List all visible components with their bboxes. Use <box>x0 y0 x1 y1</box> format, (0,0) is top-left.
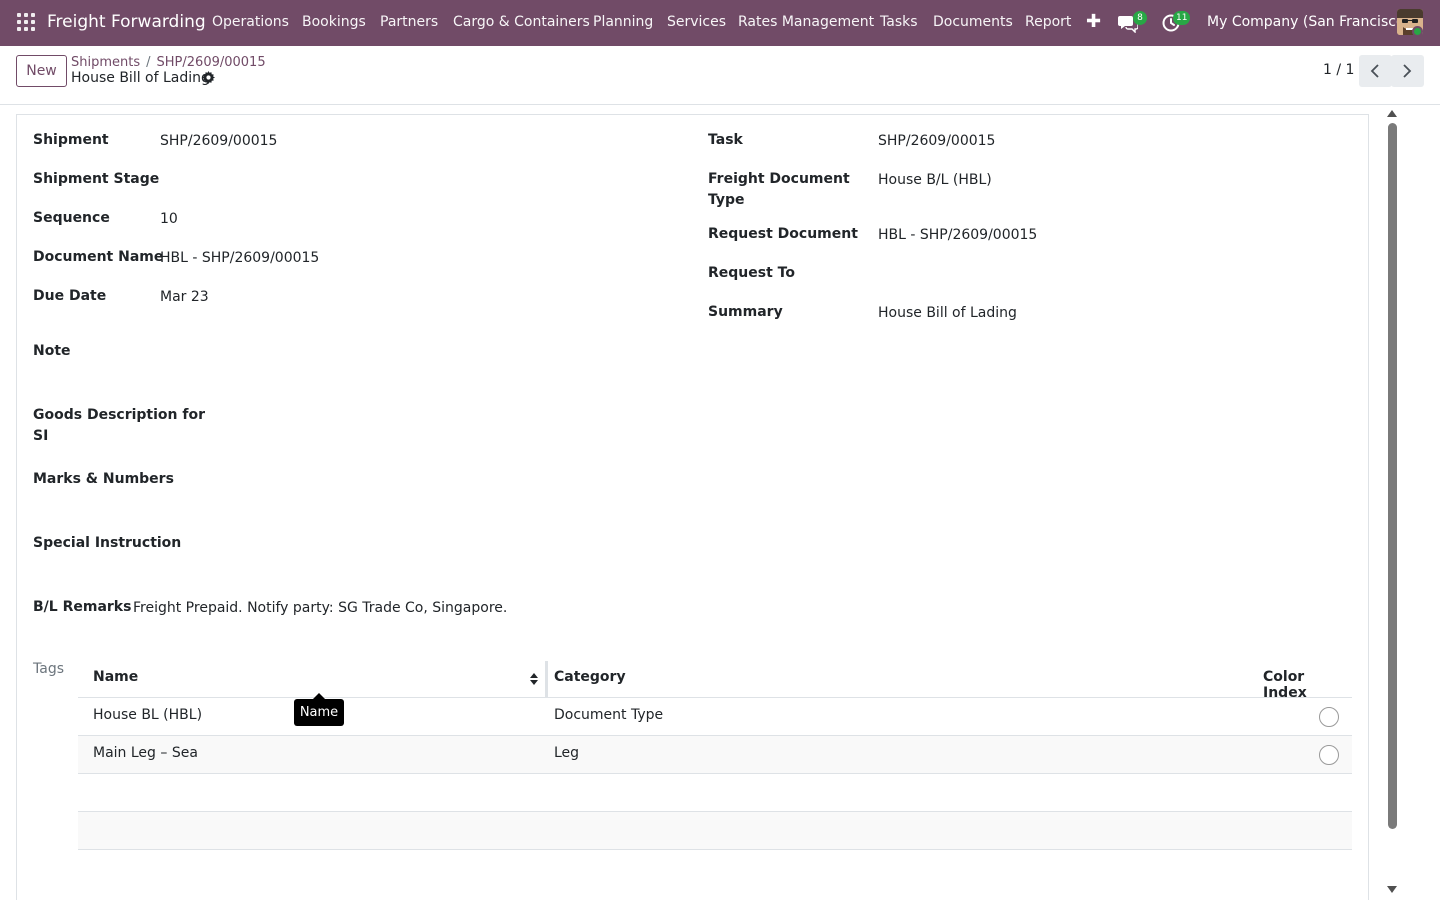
pager-value[interactable]: 1 / 1 <box>1323 62 1354 78</box>
marks-numbers-label: Marks & Numbers <box>33 471 174 487</box>
record-title: House Bill of Lading <box>71 70 210 86</box>
messages-count-badge: 8 <box>1133 11 1147 25</box>
due-date-label: Due Date <box>33 288 107 304</box>
menu-services[interactable]: Services <box>667 14 726 30</box>
freight-document-type-label-line2: Type <box>708 192 745 208</box>
document-name-label: Document Name <box>33 249 164 265</box>
new-button[interactable]: New <box>16 55 67 87</box>
breadcrumb: Shipments / SHP/2609/00015 <box>71 55 266 70</box>
task-label: Task <box>708 132 743 148</box>
pager-previous-button[interactable] <box>1359 55 1392 87</box>
row-name-cell: House BL (HBL) <box>93 707 203 723</box>
control-panel: New Shipments / SHP/2609/00015 House Bill … <box>0 46 1440 105</box>
summary-label: Summary <box>708 304 783 320</box>
color-index-circle[interactable] <box>1319 707 1339 727</box>
breadcrumb-shipments-link[interactable]: Shipments <box>71 55 140 70</box>
menu-report[interactable]: Report <box>1025 14 1071 30</box>
sequence-field[interactable]: 10 <box>160 209 178 230</box>
scroll-down-arrow-icon[interactable] <box>1387 886 1397 893</box>
gear-icon[interactable] <box>202 71 215 84</box>
sort-icon[interactable] <box>529 672 539 686</box>
shipment-stage-label: Shipment Stage <box>33 171 160 187</box>
menu-cargo-containers[interactable]: Cargo & Containers <box>453 14 590 30</box>
column-header-color-index[interactable]: Color Index <box>1263 669 1352 701</box>
bl-remarks-field[interactable]: Freight Prepaid. Notify party: SG Trade … <box>133 598 507 619</box>
task-field[interactable]: SHP/2609/00015 <box>878 131 995 152</box>
note-label: Note <box>33 343 71 359</box>
summary-field[interactable]: House Bill of Lading <box>878 303 1017 324</box>
scroll-up-arrow-icon[interactable] <box>1387 110 1397 117</box>
empty-table-row <box>78 812 1352 850</box>
table-row[interactable]: House BL (HBL) Document Type <box>78 698 1352 736</box>
breadcrumb-record-link[interactable]: SHP/2609/00015 <box>157 55 266 70</box>
column-tooltip: Name <box>294 699 344 726</box>
shipment-label: Shipment <box>33 132 109 148</box>
row-category-cell: Document Type <box>554 707 664 723</box>
app-brand[interactable]: Freight Forwarding <box>47 12 206 32</box>
empty-table-row <box>78 774 1352 812</box>
document-name-field[interactable]: HBL - SHP/2609/00015 <box>160 248 319 269</box>
bl-remarks-label: B/L Remarks <box>33 599 132 615</box>
menu-planning[interactable]: Planning <box>593 14 653 30</box>
scrollbar-thumb[interactable] <box>1388 123 1397 829</box>
menu-operations[interactable]: Operations <box>212 14 289 30</box>
row-category-cell: Leg <box>554 745 580 761</box>
top-navbar: Freight Forwarding Operations Bookings P… <box>0 0 1440 46</box>
row-name-cell: Main Leg – Sea <box>93 745 198 761</box>
column-header-category[interactable]: Category <box>554 669 626 685</box>
chevron-left-icon <box>1370 64 1379 78</box>
tags-table-header: Name Category Color Index <box>78 660 1352 701</box>
sequence-label: Sequence <box>33 210 110 226</box>
freight-document-type-field[interactable]: House B/L (HBL) <box>878 170 992 191</box>
table-row[interactable]: Main Leg – Sea Leg <box>78 736 1352 774</box>
goods-description-label: Goods Description for <box>33 407 205 423</box>
request-document-label: Request Document <box>708 226 858 242</box>
column-header-name[interactable]: Name <box>93 669 138 685</box>
request-document-field[interactable]: HBL - SHP/2609/00015 <box>878 225 1037 246</box>
color-index-circle[interactable] <box>1319 745 1339 765</box>
chevron-right-icon <box>1403 64 1412 78</box>
freight-document-type-label: Freight Document <box>708 171 850 187</box>
menu-bookings[interactable]: Bookings <box>302 14 366 30</box>
activities-count-badge: 11 <box>1173 11 1191 25</box>
apps-menu-icon[interactable] <box>17 13 35 31</box>
pager-next-button[interactable] <box>1391 55 1424 87</box>
tags-label: Tags <box>33 661 64 677</box>
online-status-dot <box>1412 26 1423 37</box>
menu-partners[interactable]: Partners <box>380 14 438 30</box>
quick-create-plus-icon[interactable]: ✚ <box>1086 11 1101 32</box>
menu-documents[interactable]: Documents <box>933 14 1013 30</box>
menu-rates-management[interactable]: Rates Management <box>738 14 874 30</box>
goods-description-label-line2: SI <box>33 428 49 444</box>
shipment-field[interactable]: SHP/2609/00015 <box>160 131 277 152</box>
due-date-field[interactable]: Mar 23 <box>160 287 209 308</box>
special-instruction-label: Special Instruction <box>33 535 182 551</box>
menu-tasks[interactable]: Tasks <box>880 14 918 30</box>
column-resize-handle[interactable] <box>545 661 548 698</box>
company-switcher[interactable]: My Company (San Francisco) <box>1207 14 1410 30</box>
request-to-label: Request To <box>708 265 795 281</box>
breadcrumb-separator: / <box>146 55 151 70</box>
